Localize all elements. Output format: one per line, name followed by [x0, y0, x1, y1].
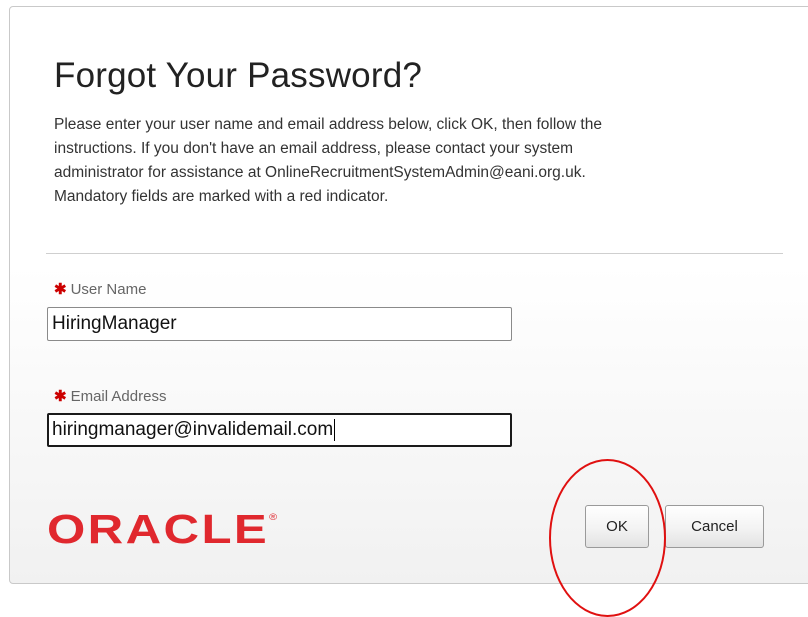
instructions-line: instructions. If you don't have an email…: [54, 140, 574, 157]
user-name-label-text: User Name: [70, 281, 147, 298]
registered-mark: ®: [269, 512, 278, 522]
user-name-label: ✱ User Name: [54, 280, 146, 298]
oracle-logo-text: ORACLE: [47, 506, 270, 552]
instructions-line: Please enter your user name and email ad…: [54, 116, 602, 133]
page-title: Forgot Your Password?: [54, 56, 423, 95]
user-name-value: HiringManager: [52, 313, 177, 334]
instructions-line: administrator for assistance at OnlineRe…: [54, 164, 586, 181]
email-address-value: hiringmanager@invalidemail.com: [52, 419, 334, 440]
instructions-text: Please enter your user name and email ad…: [54, 113, 794, 209]
required-indicator-icon: ✱: [54, 388, 67, 405]
email-address-label: ✱ Email Address: [54, 387, 166, 405]
instructions-line: Mandatory fields are marked with a red i…: [54, 188, 389, 205]
user-name-input[interactable]: HiringManager: [47, 307, 512, 341]
cancel-button[interactable]: Cancel: [665, 505, 764, 548]
text-cursor: [334, 418, 336, 441]
required-indicator-icon: ✱: [54, 281, 67, 298]
oracle-logo: ORACLE®: [47, 506, 277, 553]
divider: [46, 253, 783, 254]
ok-button[interactable]: OK: [585, 505, 649, 548]
email-address-label-text: Email Address: [70, 388, 167, 405]
email-address-input[interactable]: hiringmanager@invalidemail.com: [47, 413, 512, 447]
